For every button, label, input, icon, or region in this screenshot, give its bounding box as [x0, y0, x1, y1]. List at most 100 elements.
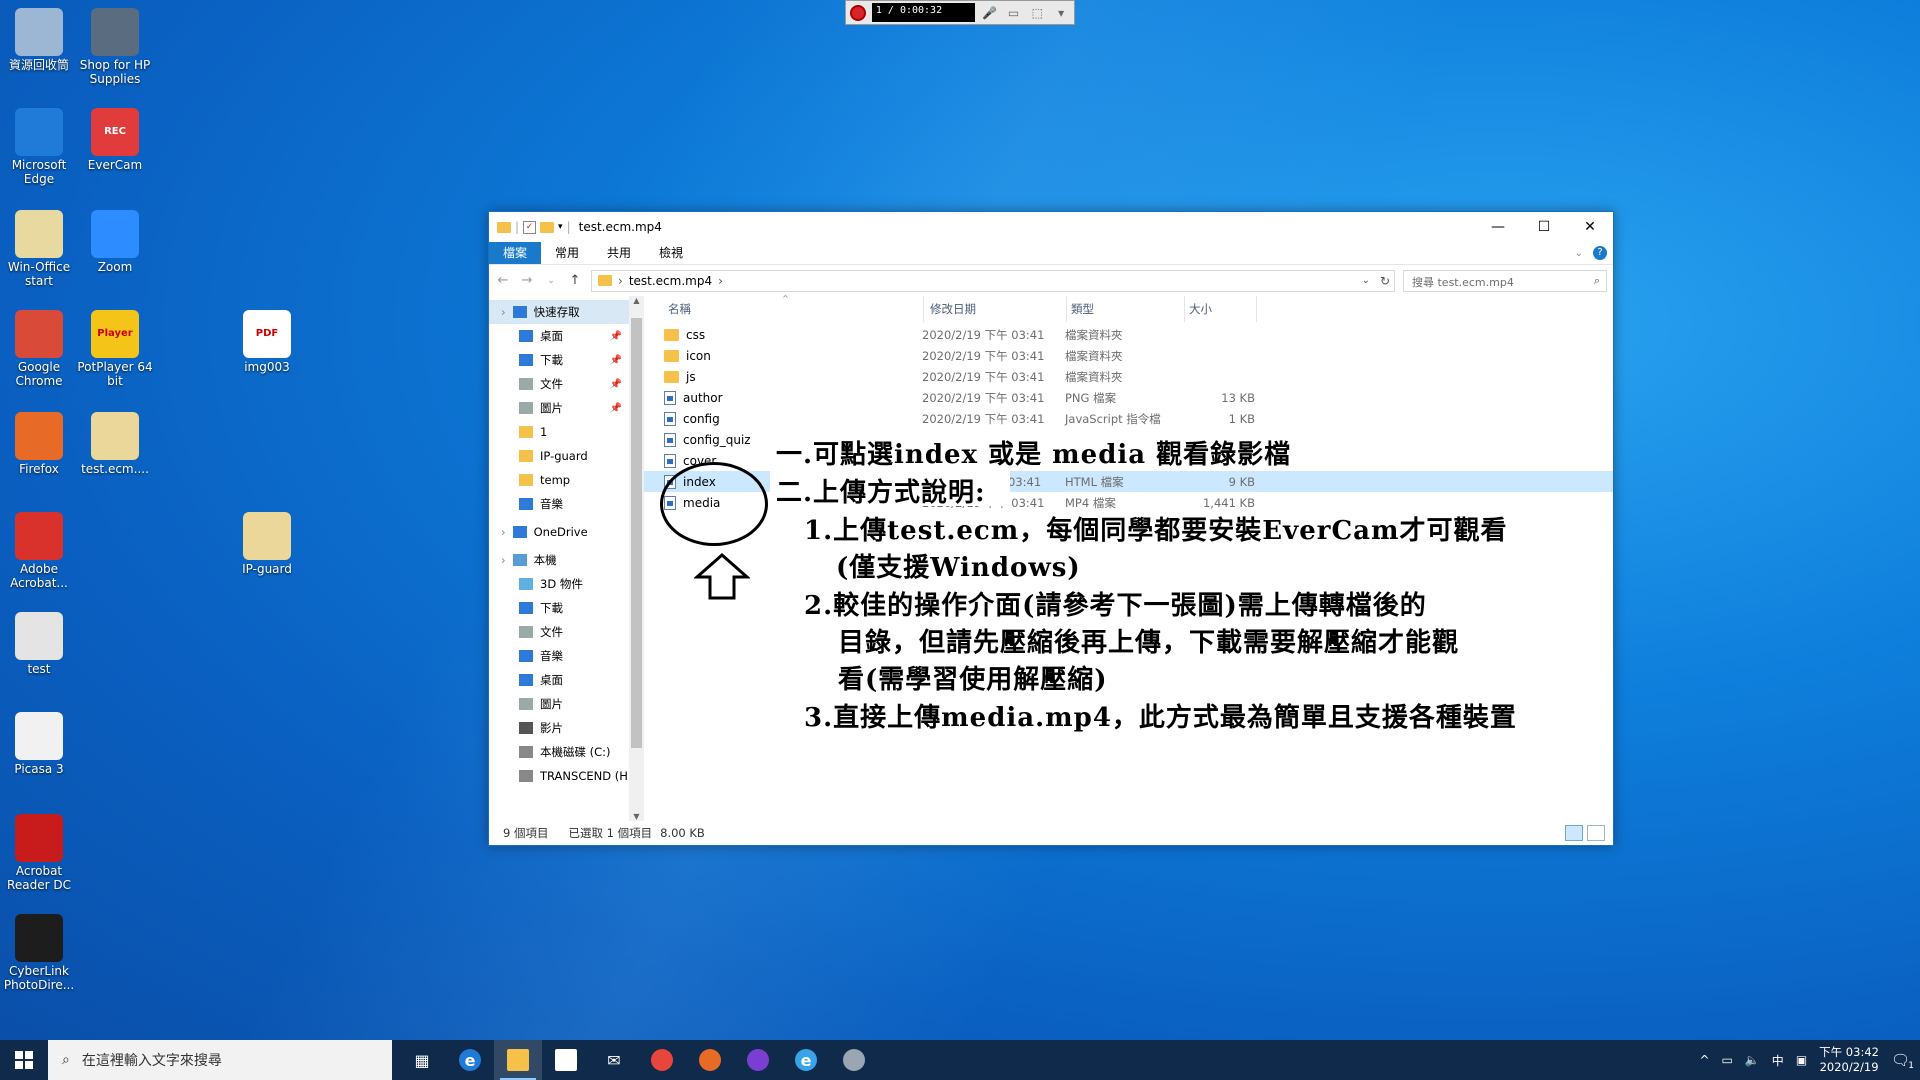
taskbar-app-button[interactable] [638, 1040, 686, 1080]
expand-chevron-icon[interactable]: › [501, 553, 506, 567]
tab-home[interactable]: 常用 [541, 242, 593, 264]
desktop-icon-recycle-bin[interactable]: 資源回收筒 [1, 8, 77, 72]
desktop-icon-hp-supplies[interactable]: Shop for HP Supplies [77, 8, 153, 86]
back-icon[interactable]: ← [495, 273, 511, 288]
scroll-up-icon[interactable]: ▲ [629, 296, 644, 305]
clock[interactable]: 下午 03:42 2020/2/19 [1819, 1045, 1879, 1075]
desktop-icon-microsoft-edge[interactable]: Microsoft Edge [1, 108, 77, 186]
microphone-icon[interactable]: 🎤 [981, 5, 999, 21]
desktop-icon-test-ecm-folder[interactable]: test.ecm.... [77, 412, 153, 476]
region-select-icon[interactable]: ⬚ [1028, 5, 1046, 21]
file-row[interactable]: css 2020/2/19 下午 03:41 檔案資料夾 [644, 324, 1613, 345]
forward-icon[interactable]: → [519, 273, 535, 288]
taskbar-app-button[interactable]: e [446, 1040, 494, 1080]
desktop-icon-evercam[interactable]: REC EverCam [77, 108, 153, 172]
nav-item[interactable]: 影片 [489, 716, 644, 740]
start-button[interactable] [0, 1040, 48, 1080]
desktop-icon-cyberlink-photodirector[interactable]: CyberLink PhotoDire... [1, 914, 77, 992]
nav-item[interactable]: IP-guard [489, 444, 644, 468]
desktop-icon-picasa[interactable]: Picasa 3 [1, 712, 77, 776]
nav-item[interactable]: › 快速存取 [489, 300, 644, 324]
volume-icon[interactable]: 🔈 [1745, 1053, 1760, 1067]
nav-item[interactable]: 本機磁碟 (C:) [489, 740, 644, 764]
customize-toolbar-icon[interactable]: ▾ [558, 222, 563, 232]
desktop-icon-acrobat-reader[interactable]: Acrobat Reader DC [1, 814, 77, 892]
nav-item[interactable]: › 本機 [489, 548, 644, 572]
network-icon[interactable]: ▭ [1722, 1053, 1733, 1067]
refresh-icon[interactable]: ↻ [1380, 274, 1390, 288]
expand-ribbon-icon[interactable]: ⌄ [1575, 248, 1583, 259]
column-date[interactable]: 修改日期 [924, 296, 1067, 322]
pin-icon[interactable]: 📌 [610, 379, 622, 390]
search-icon[interactable]: ⌕ [1594, 274, 1600, 288]
taskbar-app-button[interactable]: ✉ [590, 1040, 638, 1080]
nav-item[interactable]: 1 [489, 420, 644, 444]
nav-item[interactable]: › OneDrive [489, 520, 644, 544]
scroll-down-icon[interactable]: ▼ [629, 812, 644, 821]
help-icon[interactable]: ? [1593, 246, 1607, 260]
taskbar-app-button[interactable]: ▦ [398, 1040, 446, 1080]
nav-item[interactable]: 文件 [489, 620, 644, 644]
details-view-icon[interactable] [1565, 825, 1583, 841]
menu-dropdown-icon[interactable]: ▾ [1052, 5, 1070, 21]
address-bar[interactable]: › test.ecm.mp4 › ⌄ ↻ [591, 269, 1395, 292]
breadcrumb-chevron-icon[interactable]: › [618, 274, 623, 288]
camera-icon[interactable]: ▭ [1005, 5, 1023, 21]
recent-locations-icon[interactable]: ⌄ [543, 276, 559, 286]
expand-chevron-icon[interactable]: › [501, 305, 506, 319]
taskbar-app-button[interactable] [542, 1040, 590, 1080]
file-row[interactable]: author 2020/2/19 下午 03:41 PNG 檔案 13 KB [644, 387, 1613, 408]
nav-item[interactable]: 桌面 📌 [489, 324, 644, 348]
nav-item[interactable]: 3D 物件 [489, 572, 644, 596]
close-button[interactable]: ✕ [1567, 212, 1613, 242]
large-icons-view-icon[interactable] [1587, 825, 1605, 841]
desktop-icon-zoom[interactable]: Zoom [77, 210, 153, 274]
file-row[interactable]: config 2020/2/19 下午 03:41 JavaScript 指令檔 1 … [644, 408, 1613, 429]
desktop-icon-firefox[interactable]: Firefox [1, 412, 77, 476]
pin-icon[interactable]: 📌 [610, 355, 622, 366]
pin-icon[interactable]: 📌 [610, 403, 622, 414]
notification-icon[interactable]: 🗨 1 [1891, 1051, 1914, 1071]
taskbar-app-button[interactable] [830, 1040, 878, 1080]
minimize-button[interactable]: — [1475, 212, 1521, 242]
up-icon[interactable]: ↑ [567, 273, 583, 288]
taskbar-app-button[interactable] [686, 1040, 734, 1080]
ime-indicator[interactable]: 中 [1772, 1052, 1784, 1069]
desktop-icon-potplayer[interactable]: Player PotPlayer 64 bit [77, 310, 153, 388]
column-type[interactable]: 類型 [1067, 296, 1185, 322]
desktop-icon-img003-pdf[interactable]: PDF img003 [229, 310, 305, 374]
desktop-icon-ip-guard-folder[interactable]: IP-guard [229, 512, 305, 576]
properties-icon[interactable]: ✓ [523, 220, 537, 234]
pin-icon[interactable]: 📌 [610, 331, 622, 342]
file-row[interactable]: icon 2020/2/19 下午 03:41 檔案資料夾 [644, 345, 1613, 366]
taskbar-search-input[interactable]: ⌕ 在這裡輸入文字來搜尋 [48, 1040, 392, 1080]
search-input[interactable]: 搜尋 test.ecm.mp4 ⌕ [1403, 269, 1607, 292]
column-name[interactable]: 名稱 [666, 296, 924, 322]
address-dropdown-icon[interactable]: ⌄ [1362, 275, 1370, 286]
breadcrumb[interactable]: test.ecm.mp4 [629, 274, 712, 288]
nav-item[interactable]: 桌面 [489, 668, 644, 692]
nav-item[interactable]: 圖片 📌 [489, 396, 644, 420]
desktop-icon-adobe-acrobat[interactable]: Adobe Acrobat... [1, 512, 77, 590]
tab-file[interactable]: 檔案 [489, 242, 542, 264]
file-row[interactable]: js 2020/2/19 下午 03:41 檔案資料夾 [644, 366, 1613, 387]
nav-item[interactable]: TRANSCEND (H [489, 764, 644, 788]
desktop-icon-google-chrome[interactable]: Google Chrome [1, 310, 77, 388]
nav-item[interactable]: 下載 [489, 596, 644, 620]
show-hidden-icons-icon[interactable]: ^ [1699, 1053, 1709, 1067]
nav-item[interactable]: 音樂 [489, 492, 644, 516]
expand-chevron-icon[interactable]: › [501, 525, 506, 539]
taskbar-app-button[interactable] [734, 1040, 782, 1080]
nav-item[interactable]: 圖片 [489, 692, 644, 716]
nav-item[interactable]: 下載 📌 [489, 348, 644, 372]
keyboard-icon[interactable]: ▣ [1796, 1053, 1807, 1067]
nav-scrollbar[interactable]: ▲ ▼ [629, 296, 644, 821]
nav-item[interactable]: temp [489, 468, 644, 492]
column-size[interactable]: 大小 [1185, 296, 1257, 322]
taskbar-app-button[interactable]: e [782, 1040, 830, 1080]
nav-item[interactable]: 文件 📌 [489, 372, 644, 396]
desktop-icon-win-office[interactable]: Win-Office start [1, 210, 77, 288]
new-folder-icon[interactable] [540, 221, 555, 233]
nav-item[interactable]: 音樂 [489, 644, 644, 668]
desktop-icon-test-file[interactable]: test [1, 612, 77, 676]
